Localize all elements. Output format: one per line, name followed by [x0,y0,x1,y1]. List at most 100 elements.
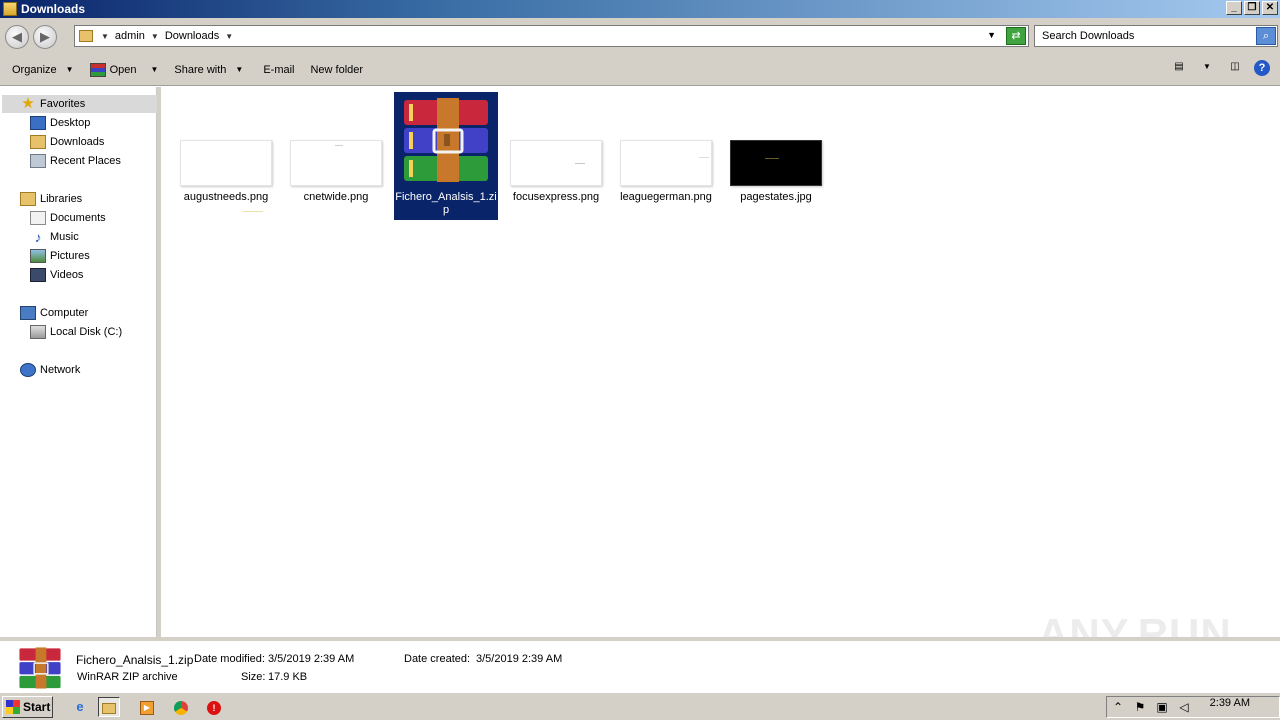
network-tray-icon[interactable]: ▣ [1151,700,1173,714]
help-icon[interactable]: ? [1254,60,1270,76]
details-size-label: Size: [241,671,266,683]
new-folder-button[interactable]: New folder [304,59,369,81]
system-tray: ⌃ ⚑ ▣ ◁ [1106,696,1280,718]
nav-network[interactable]: Network [20,361,80,379]
star-icon: ★ [21,95,35,112]
show-hidden-icons-icon[interactable]: ⌃ [1107,700,1129,714]
pictures-icon [30,249,46,263]
search-placeholder: Search Downloads [1042,30,1135,42]
file-item[interactable]: cnetwide.png [284,92,388,220]
share-with-button[interactable]: Share with ▼ [168,59,249,81]
file-item[interactable]: focusexpress.png [504,92,608,220]
image-thumbnail [510,140,602,186]
view-options-dropdown-icon[interactable]: ▼ [1198,59,1216,77]
share-with-label: Share with [174,63,227,76]
details-created-value: 3/5/2019 2:39 AM [476,653,563,665]
change-view-icon[interactable]: ▤ [1170,59,1188,77]
nav-label: Computer [40,307,89,319]
close-button[interactable]: ✕ [1262,1,1278,15]
open-button[interactable]: Open ▼ [84,59,165,81]
action-center-flag-icon[interactable]: ⚑ [1129,700,1151,714]
file-item-selected[interactable]: Fichero_Analsis_1.zip [394,92,498,220]
chevron-down-icon: ▼ [235,65,244,74]
forward-button[interactable]: ▶ [33,25,57,49]
nav-music[interactable]: ♪ Music [30,228,79,246]
nav-videos[interactable]: Videos [30,266,83,284]
nav-libraries[interactable]: Libraries [20,190,82,208]
nav-favorites[interactable]: ★ Favorites [2,95,157,113]
file-name: Fichero_Analsis_1.zip [395,191,497,216]
organize-label: Organize [12,63,57,76]
preview-pane-icon[interactable]: ◫ [1226,59,1244,77]
nav-pictures[interactable]: Pictures [30,247,90,265]
downloads-folder-icon [30,135,46,149]
nav-local-disk[interactable]: Local Disk (C:) [30,323,122,341]
search-icon[interactable]: ⌕ [1256,27,1276,45]
open-label: Open [109,63,137,76]
breadcrumb-downloads[interactable]: Downloads [165,30,219,42]
nav-label: Desktop [50,117,91,129]
videos-icon [30,268,46,282]
nav-label: Music [50,231,79,243]
address-history-dropdown-icon[interactable]: ▼ [987,30,996,40]
nav-documents[interactable]: Documents [30,209,106,227]
file-item[interactable]: leaguegerman.png [614,92,718,220]
internet-explorer-icon[interactable]: e [69,697,91,717]
nav-desktop[interactable]: Desktop [30,114,90,132]
file-name: leaguegerman.png [620,191,712,203]
winrar-archive-icon [404,98,488,182]
nav-label: Videos [50,269,84,281]
minimize-button[interactable]: _ [1226,1,1242,15]
security-app-icon[interactable]: ! [203,697,225,717]
address-row: ◀ ▶ ▼ admin ▼ Downloads ▼ ▼ ⇄ Search Dow… [0,18,1280,54]
nav-label: Libraries [40,193,83,205]
recent-places-icon [30,154,46,168]
details-file-name: Fichero_Analsis_1.zip [76,653,194,667]
documents-icon [30,211,46,225]
nav-downloads[interactable]: Downloads [30,133,104,151]
start-button[interactable]: Start [2,696,53,718]
chevron-right-icon[interactable]: ▼ [151,32,159,41]
explorer-taskbar-button[interactable] [98,697,120,717]
file-name: focusexpress.png [512,191,600,203]
file-list[interactable]: augustneeds.png cnetwide.png Fichero_Ana… [161,87,1280,637]
details-size-value: 17.9 KB [268,671,308,683]
file-name: augustneeds.png [183,191,269,203]
window-title: Downloads [21,2,86,16]
chevron-down-icon[interactable]: ▼ [150,65,158,74]
restore-button[interactable]: ❐ [1244,1,1260,15]
file-item[interactable]: pagestates.jpg [724,92,828,220]
address-bar[interactable]: ▼ admin ▼ Downloads ▼ ▼ ⇄ [74,25,1029,47]
refresh-icon[interactable]: ⇄ [1006,27,1026,45]
search-input[interactable]: Search Downloads ⌕ [1034,25,1278,47]
email-button[interactable]: E-mail [257,59,300,81]
winrar-icon [89,62,106,77]
alert-icon: ! [207,700,221,715]
play-icon: ▶ [140,700,154,715]
clock[interactable]: 2:39 AM [1210,697,1250,709]
details-pane: Fichero_Analsis_1.zip Date modified: 3/5… [0,637,1280,692]
image-thumbnail [180,140,272,212]
nav-computer[interactable]: Computer [20,304,88,322]
chrome-icon[interactable] [170,697,192,717]
media-player-icon[interactable]: ▶ [136,697,158,717]
details-created-label: Date created: [404,653,471,665]
chevron-right-icon[interactable]: ▼ [101,32,109,41]
email-label: E-mail [263,63,295,76]
start-label: Start [23,700,51,714]
nav-label: Favorites [40,98,86,110]
volume-icon[interactable]: ◁ [1173,700,1195,714]
window-title-bar[interactable]: Downloads _ ❐ ✕ [0,0,1280,18]
image-thumbnail [290,140,382,186]
file-name: pagestates.jpg [740,191,812,203]
chevron-down-icon: ▼ [65,65,74,74]
nav-label: Network [40,364,81,376]
back-button[interactable]: ◀ [5,25,29,49]
folder-icon [102,703,116,715]
nav-recent-places[interactable]: Recent Places [30,152,121,170]
network-icon [20,363,36,377]
organize-button[interactable]: Organize ▼ [6,59,80,81]
chevron-down-icon[interactable]: ▼ [225,32,233,41]
breadcrumb-admin[interactable]: admin [115,30,145,42]
file-item[interactable]: augustneeds.png [174,92,278,220]
